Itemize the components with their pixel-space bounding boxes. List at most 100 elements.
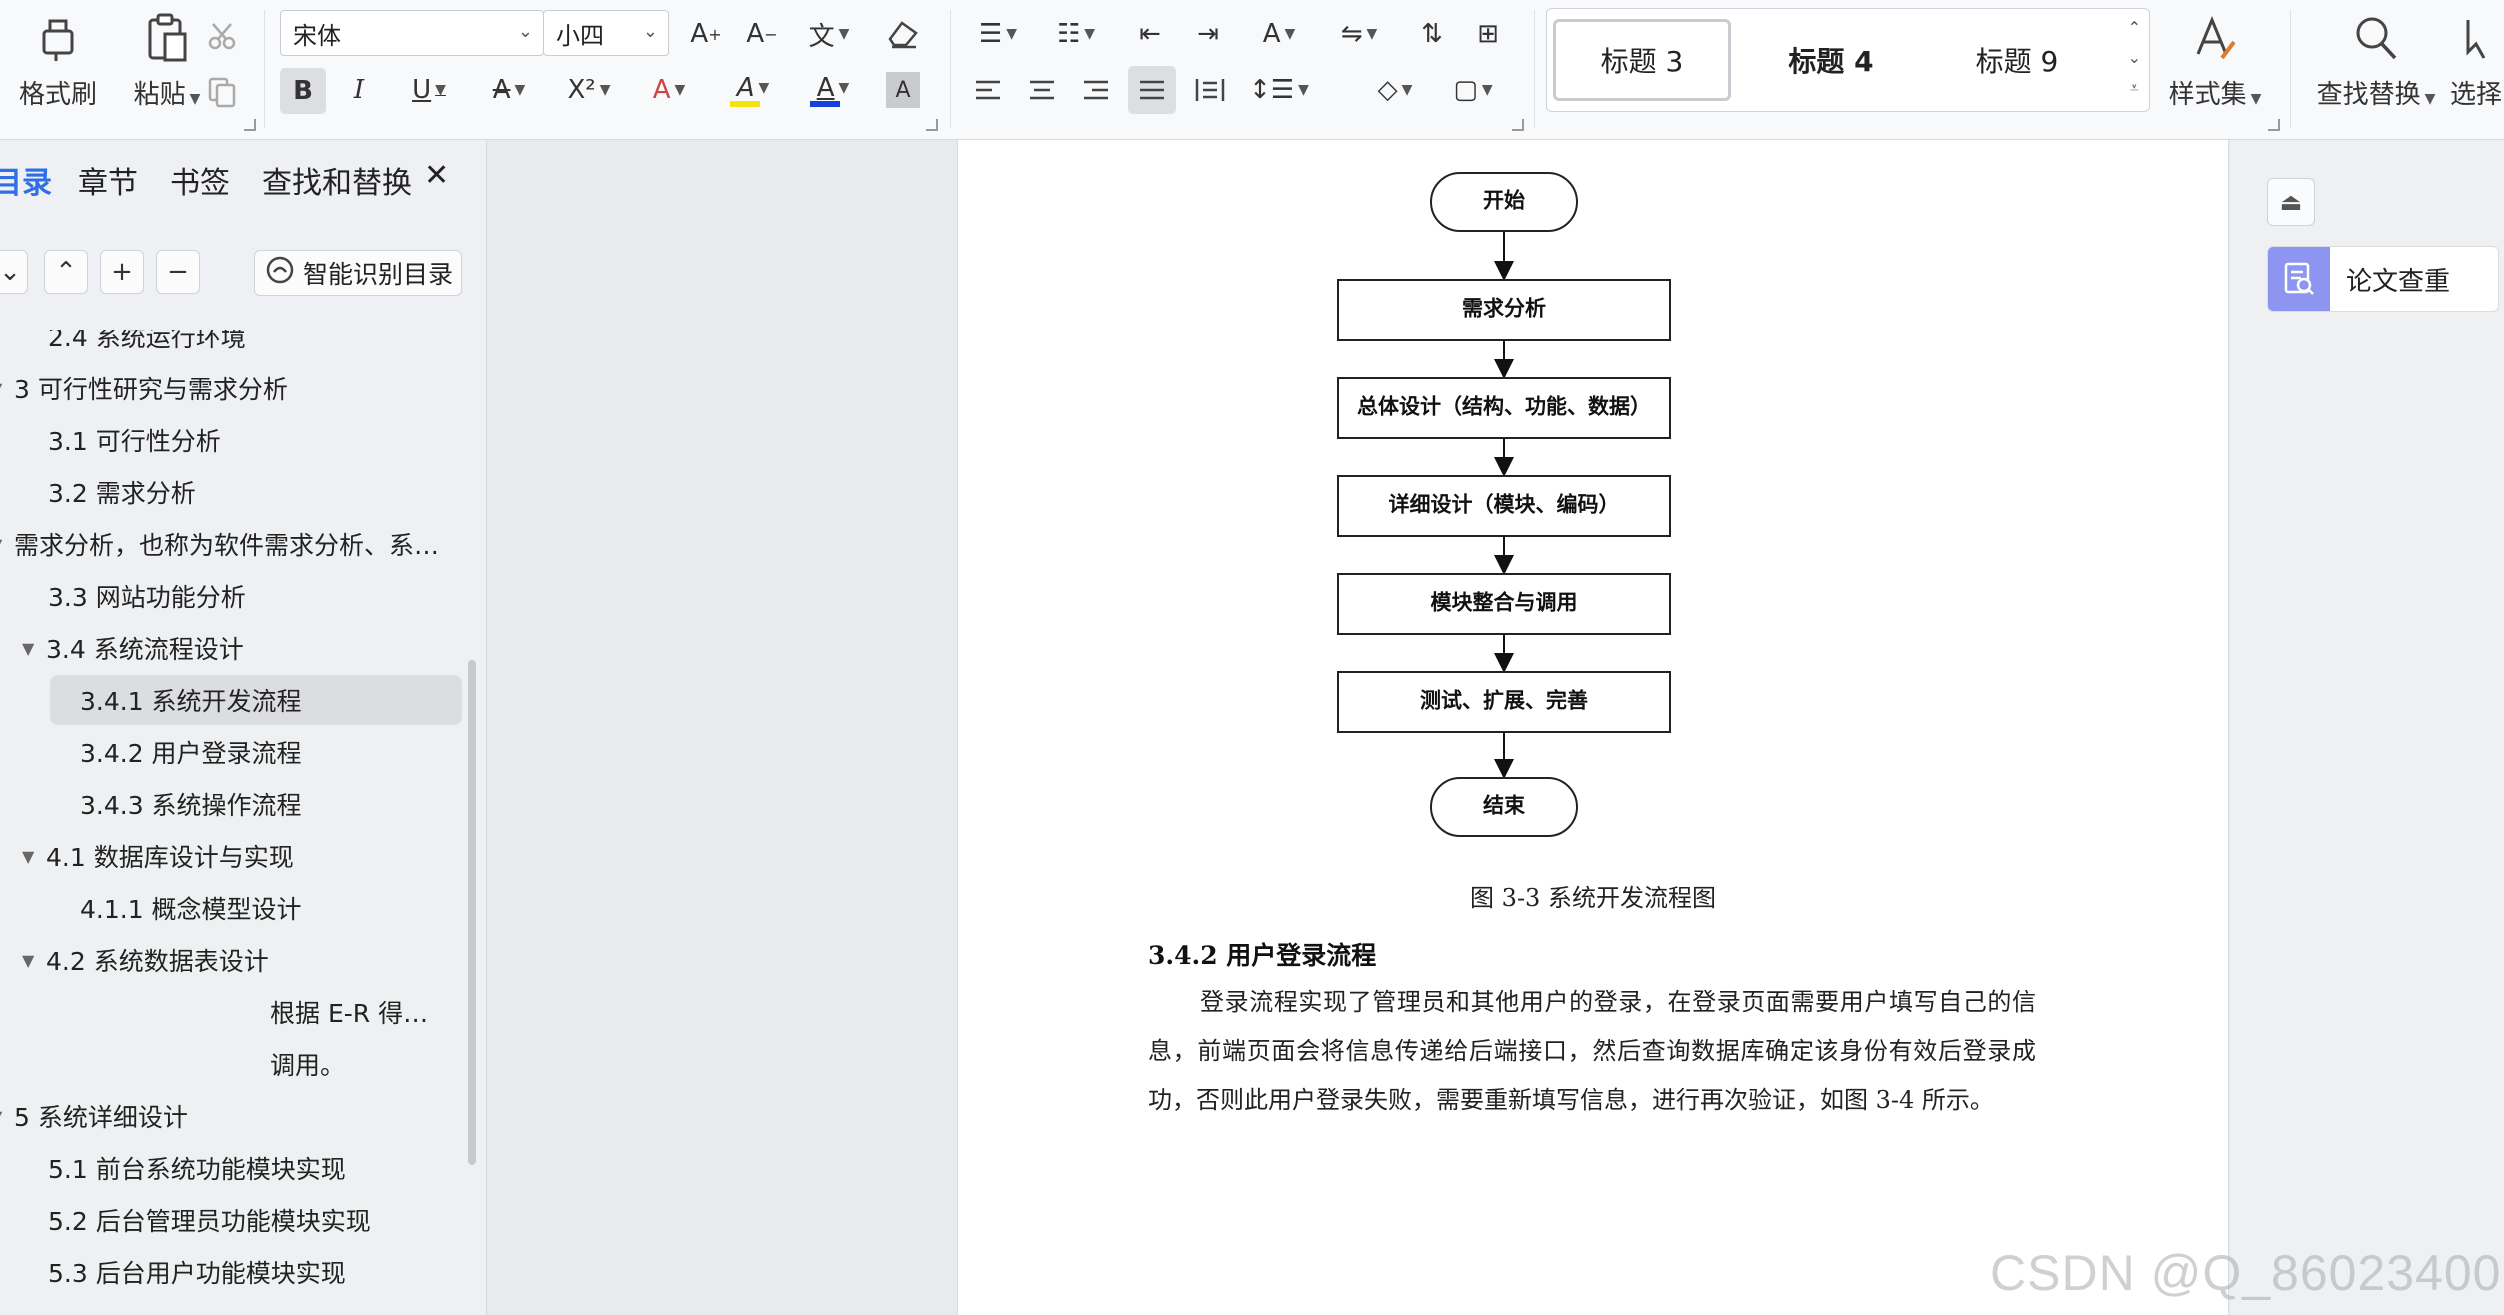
toc-item[interactable]: 3.2 需求分析 <box>48 466 196 518</box>
show-marks-icon[interactable]: ⊞ <box>1466 12 1510 56</box>
tab-chapters[interactable]: 章节 <box>78 158 138 202</box>
borders-icon[interactable]: ▢ ▼ <box>1440 68 1506 112</box>
expand-triangle-icon[interactable]: ▼ <box>0 1107 14 1126</box>
flowchart-step-label: 总体设计（结构、功能、数据） <box>1357 394 1651 419</box>
collapse-panel-icon[interactable]: ⏏ <box>2267 178 2315 226</box>
toc-item[interactable]: 2.4 系统运行环境 <box>48 310 246 362</box>
find-replace-button[interactable]: 查找替换 ▼ <box>2306 8 2446 111</box>
toc-item[interactable]: 3.3 网站功能分析 <box>48 570 246 622</box>
distributed-align-icon[interactable] <box>1188 68 1232 112</box>
decrease-indent-icon[interactable]: ⇤ <box>1128 12 1172 56</box>
select-label: 选择 <box>2450 80 2503 110</box>
line-spacing-icon[interactable]: ↕☰ ▼ <box>1246 68 1312 112</box>
toc-item-label: 4.1 数据库设计与实现 <box>46 843 294 872</box>
increase-indent-icon[interactable]: ⇥ <box>1186 12 1230 56</box>
font-size-select[interactable]: 小四 ⌄ <box>543 10 669 56</box>
expand-triangle-icon[interactable]: ▼ <box>22 951 46 970</box>
toc-item[interactable]: ▼需求分析，也称为软件需求分析、系… <box>0 518 439 570</box>
gallery-more-icon[interactable]: ⩡ <box>2128 73 2141 103</box>
tab-find-replace[interactable]: 查找和替换 <box>262 158 412 202</box>
cut-icon[interactable] <box>200 14 244 58</box>
justify-icon[interactable] <box>1128 66 1176 114</box>
char-shading-button[interactable]: A <box>886 72 920 108</box>
toc-item[interactable]: 4.1.1 概念模型设计 <box>80 882 302 934</box>
paragraph-dialog-launcher[interactable] <box>1512 119 1524 131</box>
gallery-scroll[interactable]: ⌃ ⌄ ⩡ <box>2128 13 2141 103</box>
font-dialog-launcher[interactable] <box>926 119 938 131</box>
expand-triangle-icon[interactable]: ▼ <box>0 379 14 398</box>
text-effect-button[interactable]: A ▼ <box>636 68 702 112</box>
chevron-down-icon[interactable]: ⌄ <box>2128 43 2141 73</box>
bold-button[interactable]: B <box>280 68 326 114</box>
shrink-font-icon[interactable]: A − <box>738 12 786 56</box>
close-icon[interactable]: ✕ <box>424 158 449 193</box>
clear-format-icon[interactable] <box>880 12 928 56</box>
ribbon-separator <box>264 10 265 128</box>
plagiarism-check-button[interactable]: 论文查重 <box>2267 246 2499 312</box>
toc-item[interactable]: ▼5 系统详细设计 <box>0 1090 188 1142</box>
toc-item[interactable]: 3.4.1 系统开发流程 <box>80 674 302 726</box>
font-color-icon: A <box>816 73 835 103</box>
expand-triangle-icon[interactable]: ▼ <box>22 847 46 866</box>
chevron-down-icon[interactable]: ⌄ <box>0 250 28 294</box>
italic-label: I <box>353 75 365 105</box>
styles-dialog-launcher[interactable] <box>2268 119 2280 131</box>
flowchart-step-label: 需求分析 <box>1462 296 1546 321</box>
superscript-button[interactable]: X² ▼ <box>556 68 622 112</box>
expand-triangle-icon[interactable]: ▼ <box>0 535 14 554</box>
underline-button[interactable]: U ▼ <box>396 68 462 112</box>
toc-item[interactable]: ▼ 4.2 系统数据表设计 <box>22 934 269 986</box>
italic-button[interactable]: I <box>336 68 382 112</box>
chevron-up-icon[interactable]: ⌃ <box>44 250 88 294</box>
toc-item[interactable]: 调用。 <box>270 1038 345 1090</box>
toc-item[interactable]: 5.3 后台用户功能模块实现 <box>48 1246 346 1298</box>
toc-item[interactable]: 5.2 后台管理员功能模块实现 <box>48 1194 371 1246</box>
remove-heading-icon[interactable]: − <box>156 250 200 294</box>
toc-item[interactable]: 3.4.3 系统操作流程 <box>80 778 302 830</box>
text-direction-icon[interactable]: A ▼ <box>1246 12 1312 56</box>
flowchart-step-label: 模块整合与调用 <box>1431 590 1578 615</box>
paragraph-shading-icon[interactable]: ◇ ▼ <box>1362 68 1428 112</box>
format-painter-button[interactable]: 格式刷 <box>10 8 106 111</box>
expand-triangle-icon[interactable]: ▼ <box>22 639 46 658</box>
tab-toc[interactable]: 目录 <box>0 158 52 202</box>
align-center-icon[interactable] <box>1020 68 1064 112</box>
copy-icon[interactable] <box>200 70 244 114</box>
strikethrough-icon[interactable]: A ▼ <box>476 68 542 112</box>
numbered-list-icon[interactable]: ☷ ▼ <box>1046 12 1106 56</box>
toc-item-label: 5.3 后台用户功能模块实现 <box>48 1259 346 1288</box>
style-set-button[interactable]: 样式集 ▼ <box>2160 8 2270 111</box>
grow-font-icon[interactable]: A + <box>682 12 730 56</box>
align-right-icon[interactable] <box>1074 68 1118 112</box>
font-name-select[interactable]: 宋体 ⌄ <box>280 10 544 56</box>
clipboard-dialog-launcher[interactable] <box>244 119 256 131</box>
toc-item[interactable]: 3.4.2 用户登录流程 <box>80 726 302 778</box>
document-page[interactable]: 开始 需求分析 总体设计（结构、功能、数据） 详细设计（模块、编码） 模块整合与… <box>957 140 2229 1315</box>
toc-item[interactable]: ▼3 可行性研究与需求分析 <box>0 362 288 414</box>
char-shading-label: A <box>895 77 911 103</box>
line-break-icon[interactable]: ⇋ ▼ <box>1326 12 1392 56</box>
bullet-list-icon[interactable]: ☰ ▼ <box>968 12 1028 56</box>
toc-item[interactable]: 根据 E-R 得… <box>270 986 428 1038</box>
bold-label: B <box>293 76 313 106</box>
toc-item[interactable]: 5.1 前台系统功能模块实现 <box>48 1142 346 1194</box>
select-button[interactable]: 选择 <box>2450 8 2504 111</box>
format-painter-label: 格式刷 <box>18 80 97 110</box>
highlight-button[interactable]: A ▼ <box>718 68 788 112</box>
phonetic-guide-icon[interactable]: 文 ▼ <box>794 12 864 56</box>
chevron-up-icon[interactable]: ⌃ <box>2128 13 2141 43</box>
nav-scrollbar[interactable] <box>468 660 476 1165</box>
smart-toc-button[interactable]: 智能识别目录 <box>254 250 462 296</box>
toc-item[interactable]: ▼ 4.1 数据库设计与实现 <box>22 830 294 882</box>
sort-icon[interactable]: ⇅ <box>1410 12 1454 56</box>
add-heading-icon[interactable]: + <box>100 250 144 294</box>
align-left-icon[interactable] <box>966 68 1010 112</box>
style-heading-3[interactable]: 标题 3 <box>1553 19 1731 101</box>
tab-bookmarks[interactable]: 书签 <box>170 158 230 202</box>
style-heading-9[interactable]: 标题 9 <box>1927 19 2107 101</box>
style-heading-4[interactable]: 标题 4 <box>1741 19 1921 101</box>
toc-item-label: 3.4.2 用户登录流程 <box>80 739 302 768</box>
toc-item[interactable]: 3.1 可行性分析 <box>48 414 221 466</box>
toc-item[interactable]: ▼ 3.4 系统流程设计 <box>22 622 244 674</box>
font-color-button[interactable]: A ▼ <box>798 68 868 112</box>
